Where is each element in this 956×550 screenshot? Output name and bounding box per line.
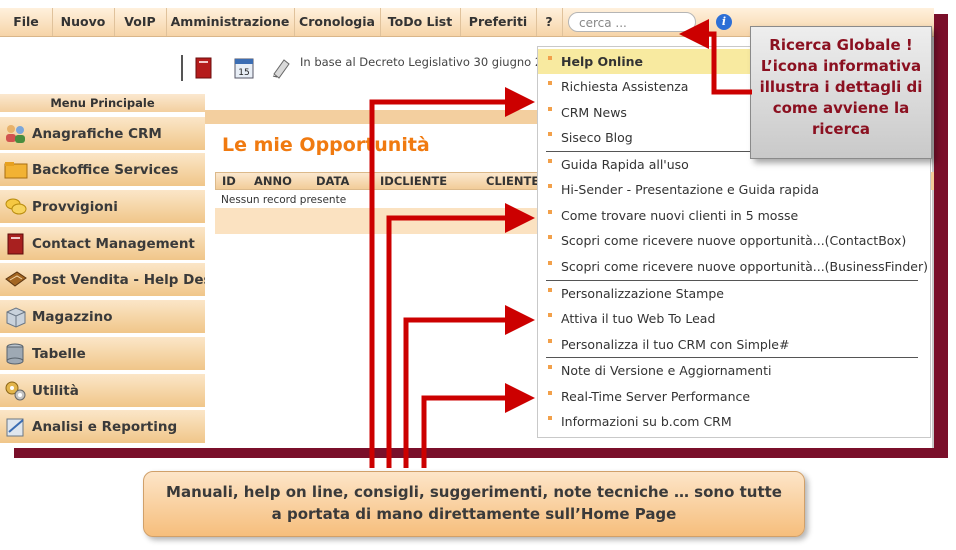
callout-line: Manuali, help on line, consigli, suggeri… — [166, 483, 782, 501]
arrows-overlay — [369, 19, 752, 468]
arrow-server-performance — [421, 383, 535, 468]
arrow-nuovi-clienti — [386, 203, 535, 468]
callout-line: a portata di mano direttamente sull’Home… — [271, 505, 677, 523]
arrow-crm-news — [369, 87, 535, 468]
arrow-search — [679, 19, 752, 95]
bottom-callout: Manuali, help on line, consigli, suggeri… — [143, 471, 805, 537]
